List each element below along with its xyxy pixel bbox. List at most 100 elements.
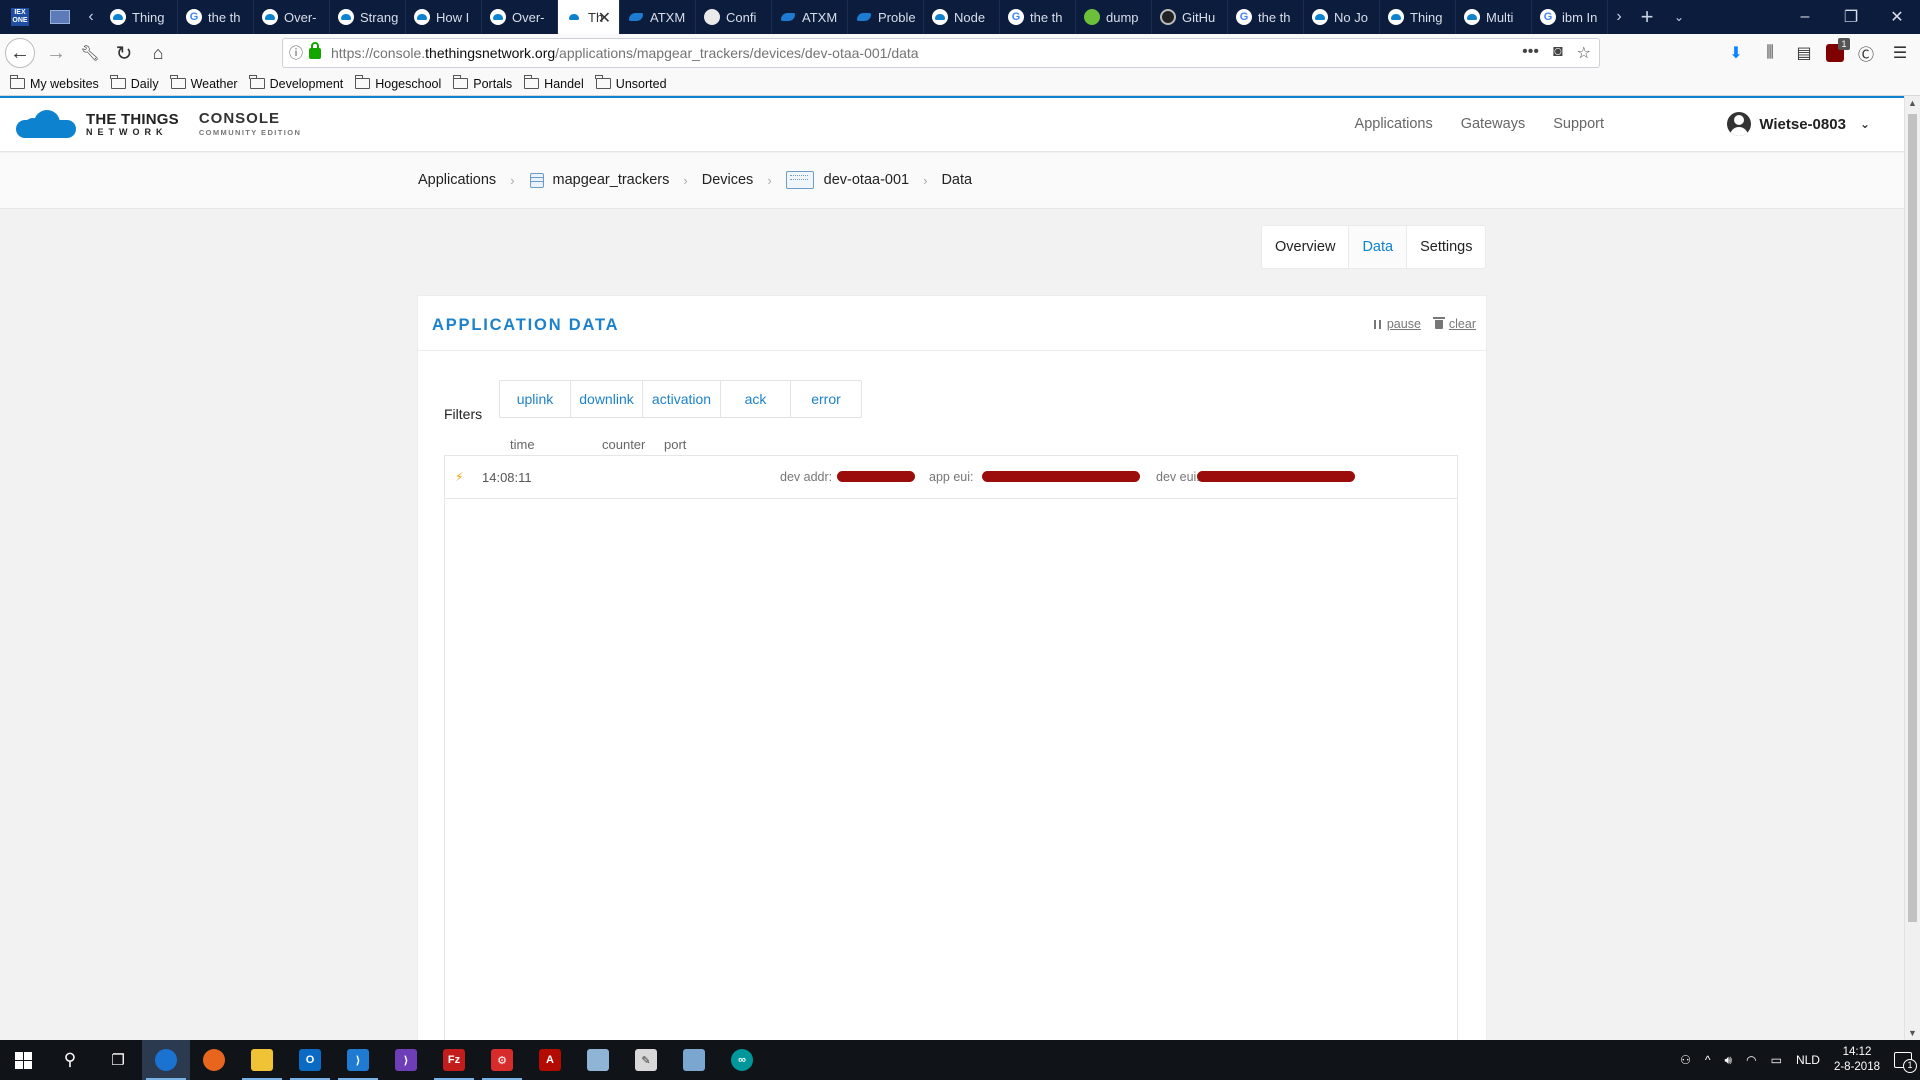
close-tab-icon[interactable]: ✕ — [598, 8, 611, 28]
scroll-down-icon[interactable]: ▼ — [1908, 1028, 1917, 1038]
ublock-icon[interactable] — [1826, 38, 1850, 62]
minimize-icon[interactable]: – — [1782, 8, 1828, 26]
browser-tab[interactable]: the th — [1228, 0, 1304, 34]
browser-tab[interactable]: How I — [406, 0, 482, 34]
forward-button[interactable]: → — [39, 36, 73, 70]
scroll-up-icon[interactable]: ▲ — [1908, 98, 1917, 108]
page-scrollbar[interactable]: ▲ ▼ — [1904, 96, 1920, 1040]
tab-data[interactable]: Data — [1348, 226, 1408, 268]
browser-tab[interactable]: Thing — [102, 0, 178, 34]
library-icon[interactable]: ⫼ — [1758, 44, 1782, 62]
taskbar-paint[interactable]: ✎ — [622, 1040, 670, 1080]
site-info-icon[interactable]: ⓘ — [283, 43, 309, 63]
browser-tab[interactable]: Over- — [482, 0, 558, 34]
wifi-icon[interactable]: ◠ — [1746, 1053, 1756, 1067]
browser-tab[interactable]: ibm In — [1532, 0, 1608, 34]
browser-tab[interactable]: the th — [178, 0, 254, 34]
taskbar-acrobat[interactable]: A — [526, 1040, 574, 1080]
bookmark-folder[interactable]: Handel — [523, 75, 584, 91]
search-icon[interactable]: ⚲ — [46, 1040, 94, 1080]
event-row[interactable]: ⚡ 14:08:11 dev addr: app eui: dev eui: — [445, 456, 1457, 499]
breadcrumb-device[interactable]: dev-otaa-001 — [785, 171, 909, 189]
ttn-logo[interactable]: THE THINGS NETWORK CONSOLE COMMUNITY EDI… — [16, 108, 301, 140]
clear-button[interactable]: clear — [1432, 316, 1476, 331]
pinned-tab-ie[interactable]: IEX ONE — [0, 0, 40, 34]
close-window-icon[interactable]: ✕ — [1874, 7, 1920, 27]
new-tab-icon[interactable]: + — [1630, 0, 1664, 34]
tools-wrench-icon[interactable]: 🔧︎ — [73, 36, 107, 70]
bookmark-star-icon[interactable]: ☆ — [1577, 43, 1591, 63]
browser-tab[interactable]: the th — [1000, 0, 1076, 34]
pinned-tab-vnc[interactable] — [40, 0, 80, 34]
taskbar-app-window[interactable] — [670, 1040, 718, 1080]
scrollbar-thumb[interactable] — [1908, 114, 1917, 922]
bookmark-folder[interactable]: Hogeschool — [354, 75, 441, 91]
taskbar-visual-studio[interactable]: ⟩ — [382, 1040, 430, 1080]
home-button[interactable]: ⌂ — [141, 36, 175, 70]
extension-c-icon[interactable]: Ⓒ — [1854, 41, 1878, 65]
browser-tab[interactable]: Node — [924, 0, 1000, 34]
browser-tab[interactable]: GitHu — [1152, 0, 1228, 34]
task-view-icon[interactable]: ❐ — [94, 1040, 142, 1080]
download-icon[interactable]: ⬇ — [1724, 43, 1748, 63]
bookmark-folder[interactable]: Daily — [110, 75, 159, 91]
taskbar-filezilla[interactable]: Fz — [430, 1040, 478, 1080]
user-menu[interactable]: Wietse-0803 ⌄ — [1727, 112, 1870, 136]
page-actions-icon[interactable]: ••• — [1522, 43, 1539, 63]
taskbar-vscode[interactable]: ⟩ — [334, 1040, 382, 1080]
taskbar-firefox[interactable] — [190, 1040, 238, 1080]
filter-ack[interactable]: ack — [721, 381, 791, 417]
taskbar-explorer[interactable] — [238, 1040, 286, 1080]
bookmark-folder[interactable]: Portals — [452, 75, 512, 91]
breadcrumb-application[interactable]: mapgear_trackers — [529, 172, 669, 188]
taskbar-firefox-dev[interactable] — [142, 1040, 190, 1080]
browser-tab[interactable]: Proble — [848, 0, 924, 34]
bookmark-folder[interactable]: Development — [249, 75, 343, 91]
browser-tab[interactable]: No Jo — [1304, 0, 1380, 34]
reload-button[interactable]: ↻ — [107, 36, 141, 70]
browser-tab[interactable]: Strang — [330, 0, 406, 34]
taskbar-arduino[interactable]: ∞ — [718, 1040, 766, 1080]
restore-icon[interactable]: ❐ — [1828, 7, 1874, 27]
pause-button[interactable]: pause — [1373, 317, 1421, 331]
start-button[interactable] — [0, 1040, 46, 1080]
notification-center-icon[interactable] — [1894, 1052, 1917, 1073]
filter-uplink[interactable]: uplink — [500, 381, 571, 417]
tab-overview[interactable]: Overview — [1262, 226, 1348, 268]
filter-activation[interactable]: activation — [643, 381, 721, 417]
pocket-icon[interactable]: ◙ — [1553, 43, 1563, 63]
url-bar[interactable]: ⓘ https://console.thethingsnetwork.org/a… — [282, 38, 1600, 68]
browser-tab[interactable]: ATXM — [620, 0, 696, 34]
language-indicator[interactable]: NLD — [1796, 1053, 1820, 1067]
bookmark-folder[interactable]: Weather — [170, 75, 238, 91]
browser-tab[interactable]: ATXM — [772, 0, 848, 34]
browser-tab[interactable]: Multi — [1456, 0, 1532, 34]
taskbar-app-blue[interactable] — [574, 1040, 622, 1080]
breadcrumb-applications[interactable]: Applications — [418, 172, 496, 188]
breadcrumb-devices[interactable]: Devices — [702, 172, 754, 188]
nav-applications[interactable]: Applications — [1355, 116, 1433, 132]
browser-tab[interactable]: Th ✕ — [558, 0, 620, 34]
menu-icon[interactable]: ☰ — [1888, 43, 1912, 63]
tabs-scroll-right-icon[interactable]: › — [1608, 0, 1630, 34]
browser-tab[interactable]: Confi — [696, 0, 772, 34]
back-button[interactable]: ← — [5, 38, 35, 68]
sidebar-icon[interactable]: ▤ — [1792, 43, 1816, 63]
taskbar-outlook[interactable]: O — [286, 1040, 334, 1080]
bookmark-folder[interactable]: My websites — [9, 75, 99, 91]
nav-gateways[interactable]: Gateways — [1461, 116, 1525, 132]
clock[interactable]: 14:12 2-8-2018 — [1834, 1045, 1880, 1075]
tabs-scroll-left-icon[interactable]: ‹ — [80, 0, 102, 34]
volume-icon[interactable]: 🔊︎ — [1725, 1053, 1733, 1068]
nav-support[interactable]: Support — [1553, 116, 1604, 132]
tab-list-dropdown-icon[interactable]: ⌄ — [1664, 0, 1694, 34]
browser-tab[interactable]: Thing — [1380, 0, 1456, 34]
filter-downlink[interactable]: downlink — [571, 381, 643, 417]
filter-error[interactable]: error — [791, 381, 861, 417]
tab-settings[interactable]: Settings — [1407, 226, 1485, 268]
browser-tab[interactable]: dump — [1076, 0, 1152, 34]
battery-icon[interactable]: ▭ — [1771, 1053, 1782, 1067]
people-icon[interactable]: ⚇ — [1680, 1053, 1691, 1067]
browser-tab[interactable]: Over- — [254, 0, 330, 34]
taskbar-app-red[interactable]: ⚙ — [478, 1040, 526, 1080]
